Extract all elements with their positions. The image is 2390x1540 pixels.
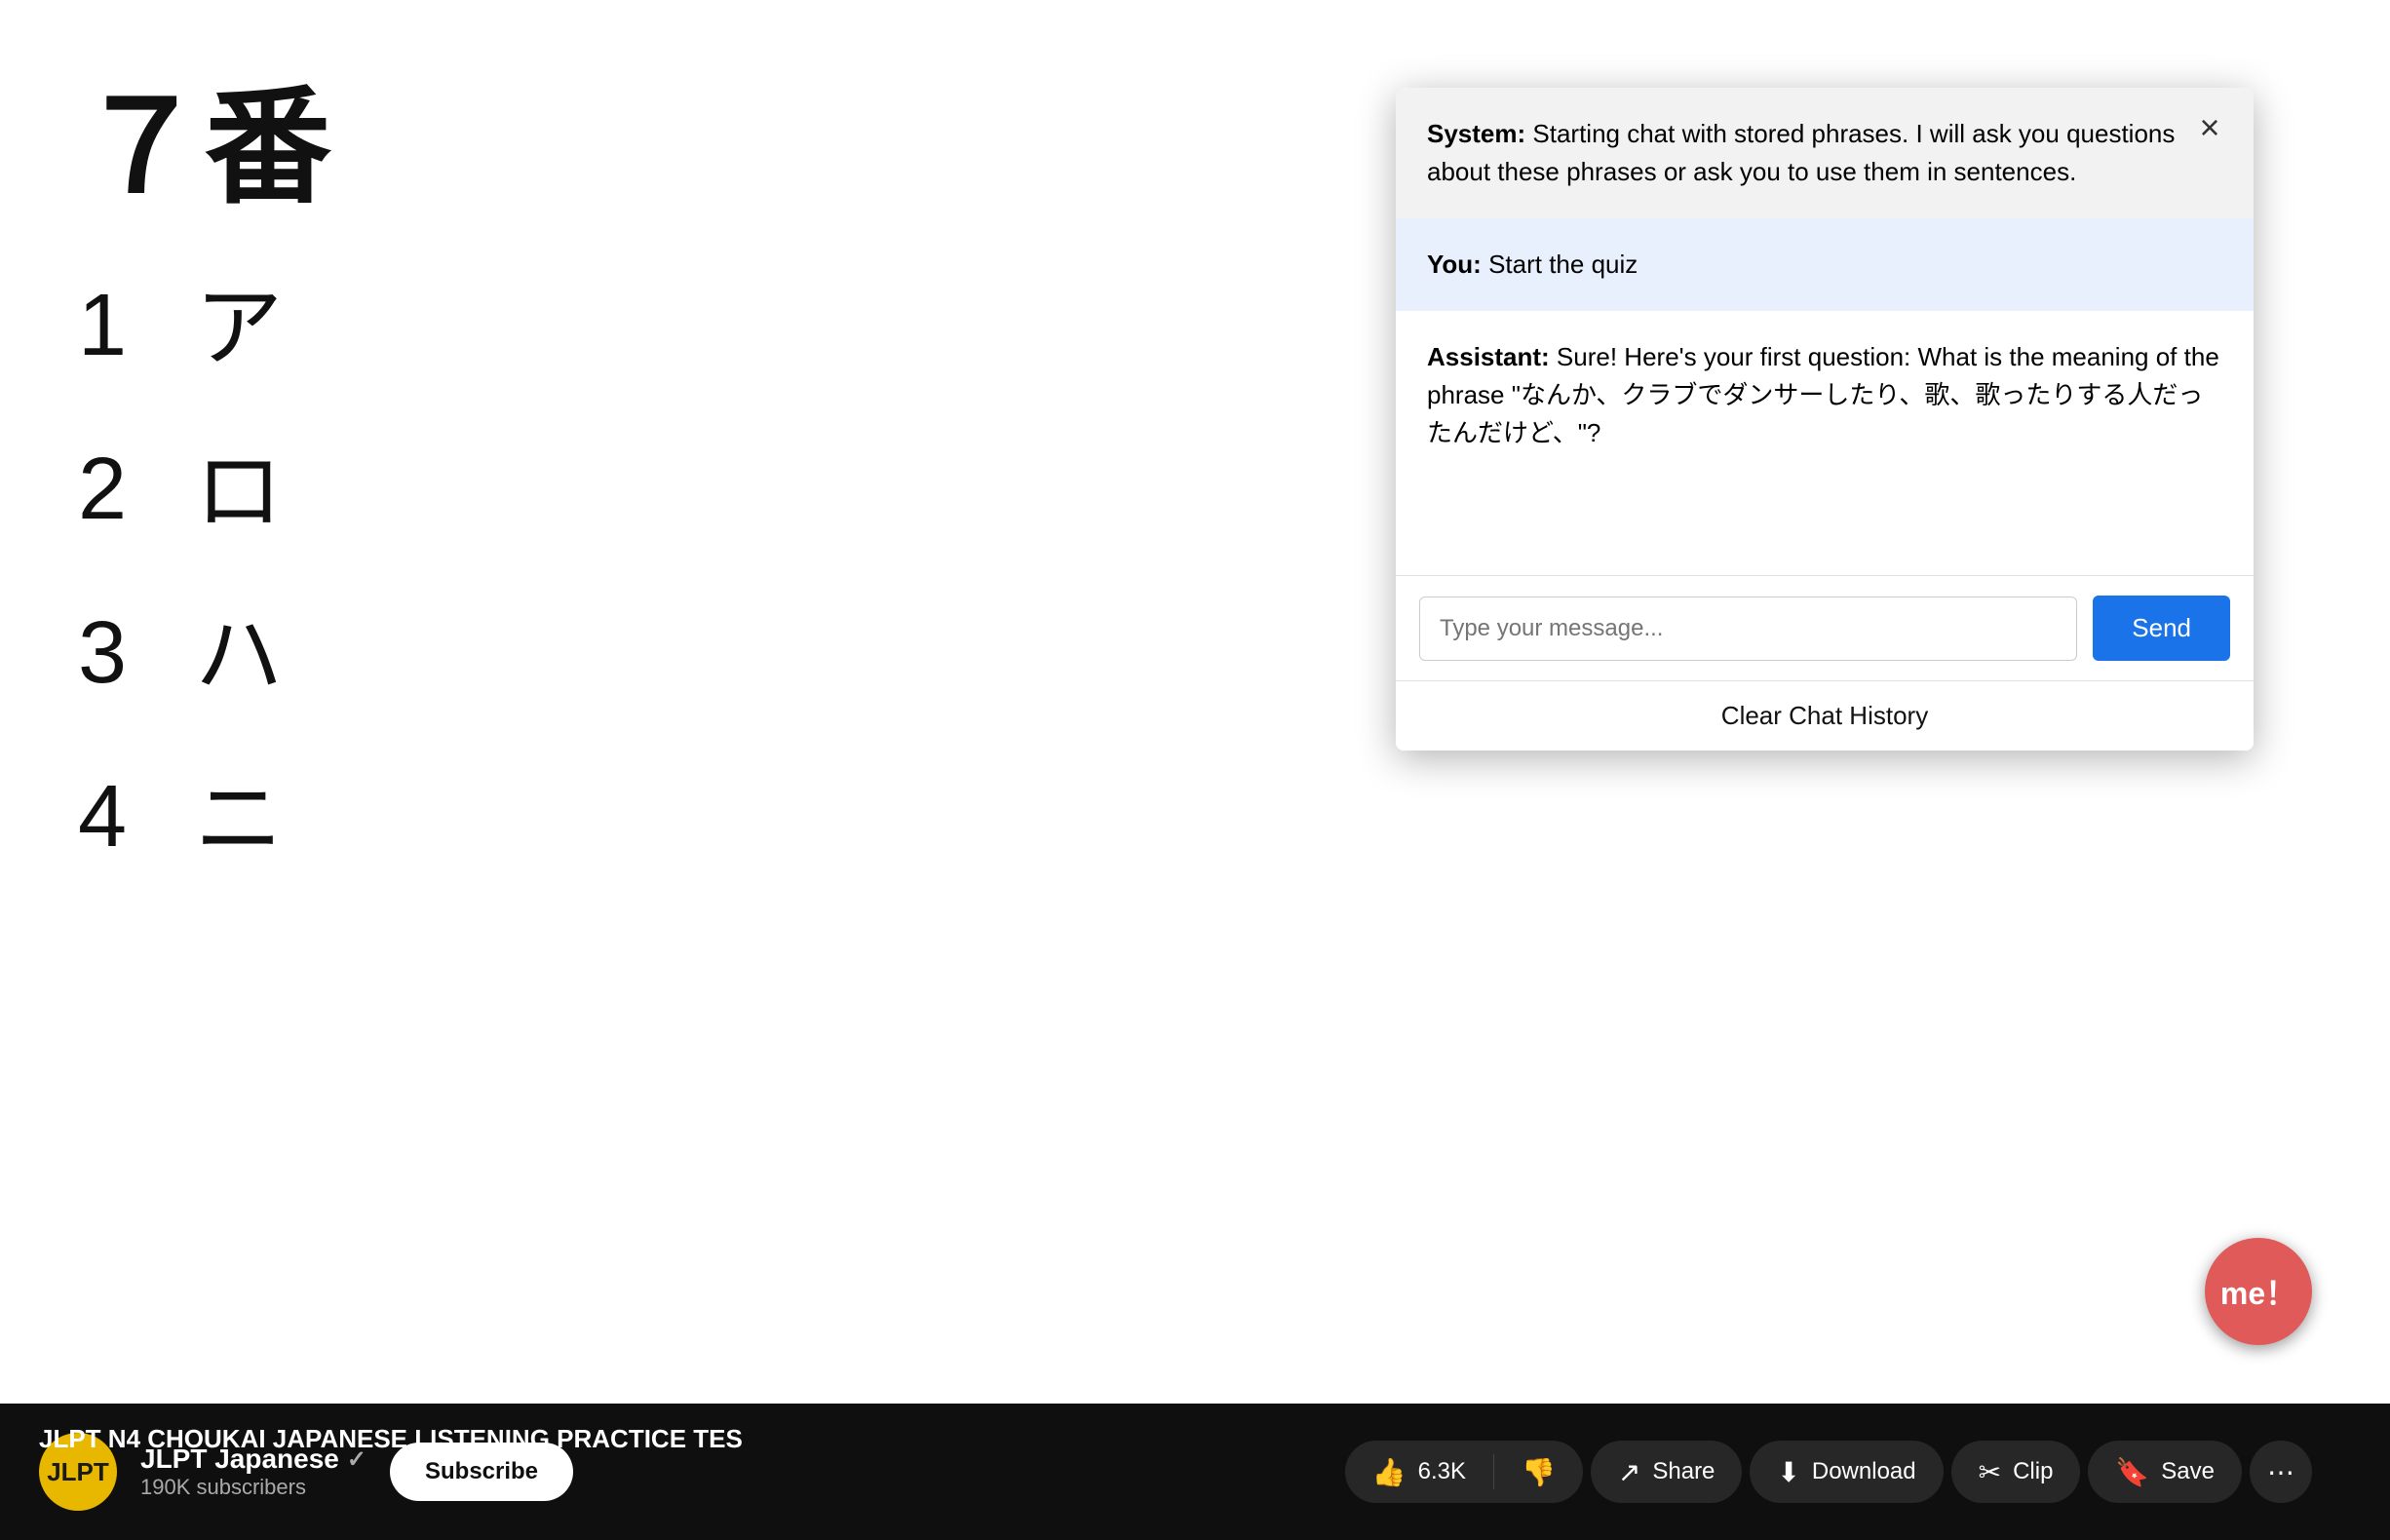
save-icon: 🔖 (2115, 1456, 2149, 1488)
msg-sender: You: (1427, 250, 1482, 279)
chat-send-button[interactable]: Send (2093, 596, 2230, 661)
clip-group: ✂ Clip (1951, 1441, 2081, 1503)
dislike-button[interactable]: 👎 (1494, 1441, 1583, 1503)
chat-message-user: You: Start the quiz (1396, 218, 2254, 311)
chat-message-system: System: Starting chat with stored phrase… (1396, 88, 2254, 218)
chat-close-button[interactable]: × (2185, 103, 2234, 152)
chat-input[interactable] (1419, 597, 2077, 661)
option-text: ロ (195, 440, 283, 545)
dislike-icon: 👎 (1522, 1456, 1556, 1488)
more-button[interactable]: ⋯ (2250, 1441, 2312, 1503)
me-avatar-button[interactable]: me！ (2205, 1238, 2312, 1345)
like-count: 6.3K (1418, 1458, 1466, 1485)
chat-messages: System: Starting chat with stored phrase… (1396, 88, 2254, 575)
answer-option: 4 ニ (78, 767, 2312, 872)
msg-sender: System: (1427, 119, 1525, 148)
chat-message-assistant: Assistant: Sure! Here's your first quest… (1396, 311, 2254, 480)
chat-clear-button[interactable]: Clear Chat History (1396, 680, 2254, 751)
like-button[interactable]: 👍 6.3K (1345, 1441, 1493, 1503)
share-icon: ↗ (1618, 1456, 1640, 1488)
video-title: JLPT N4 CHOUKAI JAPANESE LISTENING PRACT… (39, 1424, 743, 1454)
chat-input-area: Send (1396, 575, 2254, 680)
option-text: ニ (195, 767, 283, 872)
chat-overlay: × System: Starting chat with stored phra… (1396, 88, 2254, 751)
option-text: ア (195, 276, 283, 381)
option-number: 2 (78, 440, 156, 540)
like-dislike-group: 👍 6.3K 👎 (1345, 1441, 1583, 1503)
option-number: 1 (78, 276, 156, 376)
option-text: ハ (195, 603, 283, 709)
clip-icon: ✂ (1979, 1456, 2001, 1488)
msg-text: Starting chat with stored phrases. I wil… (1427, 119, 2175, 186)
download-icon: ⬇ (1777, 1456, 1799, 1488)
download-group: ⬇ Download (1750, 1441, 1943, 1503)
msg-sender: Assistant: (1427, 342, 1550, 371)
video-actions: 👍 6.3K 👎 ↗ Share ⬇ Download (1345, 1441, 2312, 1503)
save-button[interactable]: 🔖 Save (2088, 1441, 2242, 1503)
save-group: 🔖 Save (2088, 1441, 2242, 1503)
share-button[interactable]: ↗ Share (1591, 1441, 1743, 1503)
option-number: 3 (78, 603, 156, 704)
download-button[interactable]: ⬇ Download (1750, 1441, 1943, 1503)
clip-button[interactable]: ✂ Clip (1951, 1441, 2081, 1503)
like-icon: 👍 (1372, 1456, 1407, 1488)
share-group: ↗ Share (1591, 1441, 1743, 1503)
more-icon: ⋯ (2267, 1456, 2294, 1488)
option-number: 4 (78, 767, 156, 867)
subscriber-count: 190K subscribers (140, 1475, 366, 1500)
msg-text: Start the quiz (1482, 250, 1638, 279)
